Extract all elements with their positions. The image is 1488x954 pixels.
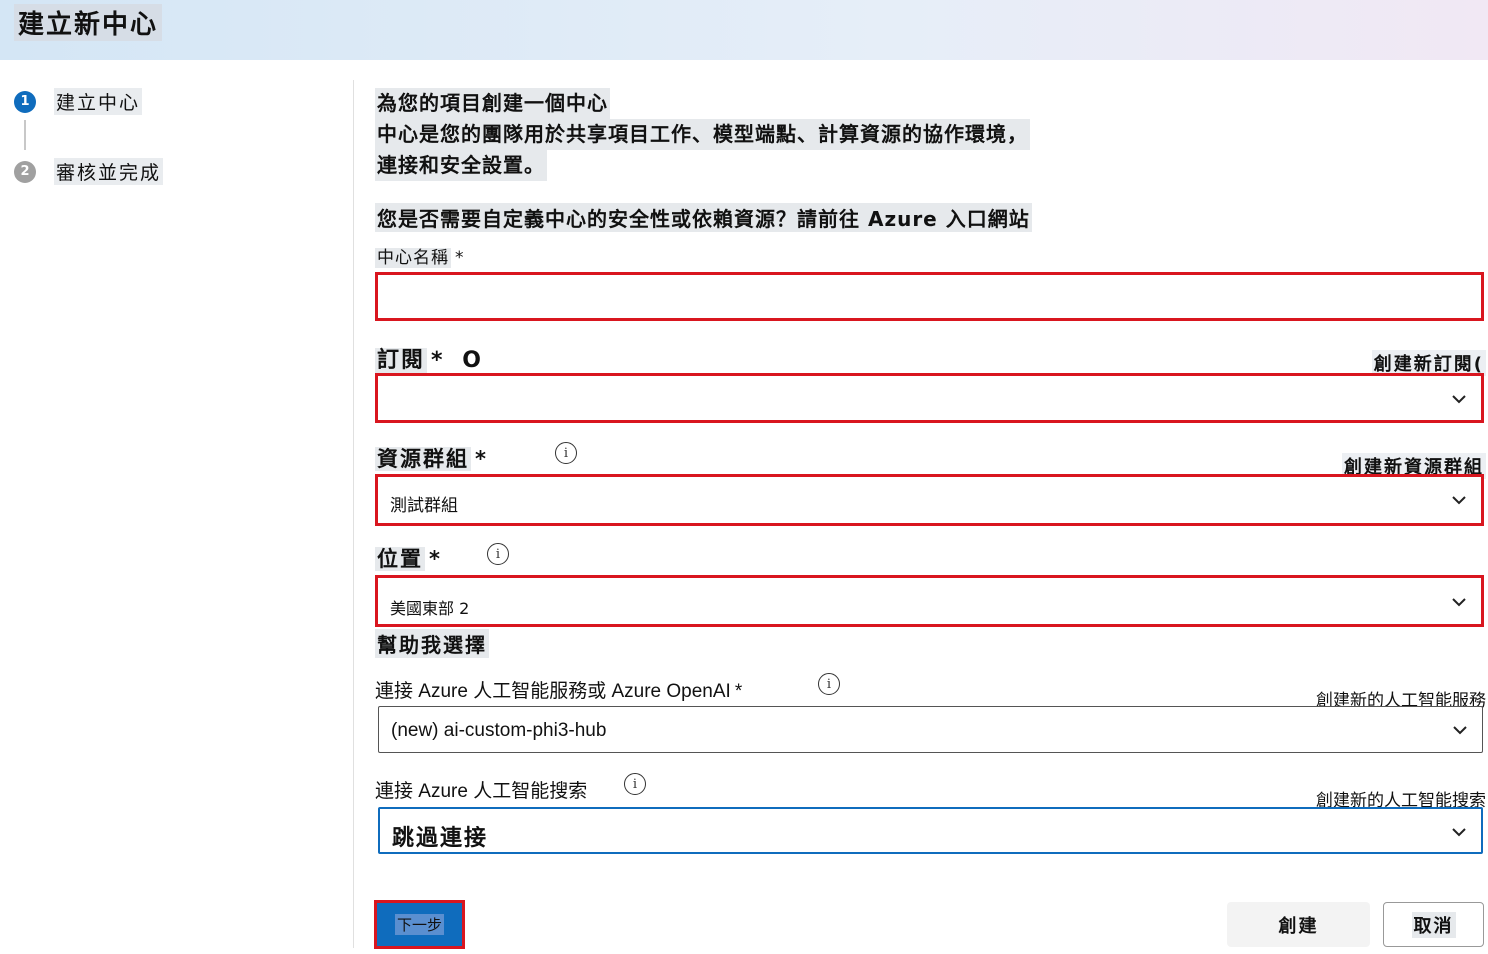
ai-search-value: 跳過連接 [392, 826, 489, 851]
step-number-1: 1 [14, 90, 36, 113]
step-number-2: 2 [14, 160, 36, 183]
chevron-down-icon [1451, 824, 1467, 840]
intro-line-2: 中心是您的團隊用於共享項目工作、模型端點、計算資源的協作環境， [375, 119, 1030, 150]
location-select[interactable]: 美國東部 2 [375, 575, 1484, 627]
location-label: 位置 * [375, 547, 442, 571]
subscription-select[interactable] [375, 373, 1484, 423]
intro-line-3: 連接和安全設置。 [375, 150, 547, 181]
info-icon[interactable]: i [555, 442, 577, 464]
location-value: 美國東部 2 [390, 599, 470, 618]
cancel-button-label: 取消 [1411, 911, 1456, 938]
resource-group-select[interactable]: 測試群組 [375, 474, 1484, 526]
intro-text: 為您的項目創建一個中心 中心是您的團隊用於共享項目工作、模型端點、計算資源的協作… [375, 88, 1030, 181]
step-review-finish[interactable]: 2 審核並完成 [14, 158, 164, 185]
intro-line-1: 為您的項目創建一個中心 [375, 88, 610, 119]
info-icon[interactable]: i [818, 673, 840, 695]
next-button[interactable]: 下一步 [374, 900, 465, 949]
step-create-hub[interactable]: 1 建立中心 [14, 88, 143, 115]
ai-search-label: 連接 Azure 人工智能搜索 [375, 781, 588, 802]
hub-name-label: 中心名稱 * [375, 248, 465, 268]
chevron-down-icon [1451, 594, 1467, 610]
azure-portal-link[interactable]: 您是否需要自定義中心的安全性或依賴資源？請前往 Azure 入口網站 [375, 203, 1032, 232]
create-button[interactable]: 創建 [1227, 902, 1370, 947]
info-icon[interactable]: i [487, 543, 509, 565]
next-button-label: 下一步 [394, 914, 444, 935]
help-me-choose-link[interactable]: 幫助我選擇 [375, 629, 489, 658]
chevron-down-icon [1452, 722, 1468, 738]
resource-group-label: 資源群組 * [375, 447, 488, 471]
info-icon[interactable]: i [624, 773, 646, 795]
step-connector [24, 120, 26, 150]
chevron-down-icon [1451, 391, 1467, 407]
subscription-label: 訂閱 * O [375, 348, 483, 373]
vertical-divider [353, 80, 354, 948]
ai-services-value: (new) ai-custom-phi3-hub [391, 720, 607, 741]
resource-group-value: 測試群組 [390, 496, 458, 516]
page-title: 建立新中心 [14, 4, 163, 41]
cancel-button[interactable]: 取消 [1383, 902, 1484, 947]
ai-search-select[interactable]: 跳過連接 [378, 807, 1483, 854]
ai-services-label: 連接 Azure 人工智能服務或 Azure OpenAI * [375, 681, 743, 702]
hub-name-input[interactable] [375, 272, 1484, 321]
page-header: 建立新中心 [0, 0, 1488, 60]
ai-services-select[interactable]: (new) ai-custom-phi3-hub [378, 706, 1483, 753]
create-button-label: 創建 [1278, 915, 1319, 937]
step-label-review-finish: 審核並完成 [54, 158, 164, 185]
step-label-create-hub: 建立中心 [54, 88, 143, 115]
chevron-down-icon [1451, 492, 1467, 508]
